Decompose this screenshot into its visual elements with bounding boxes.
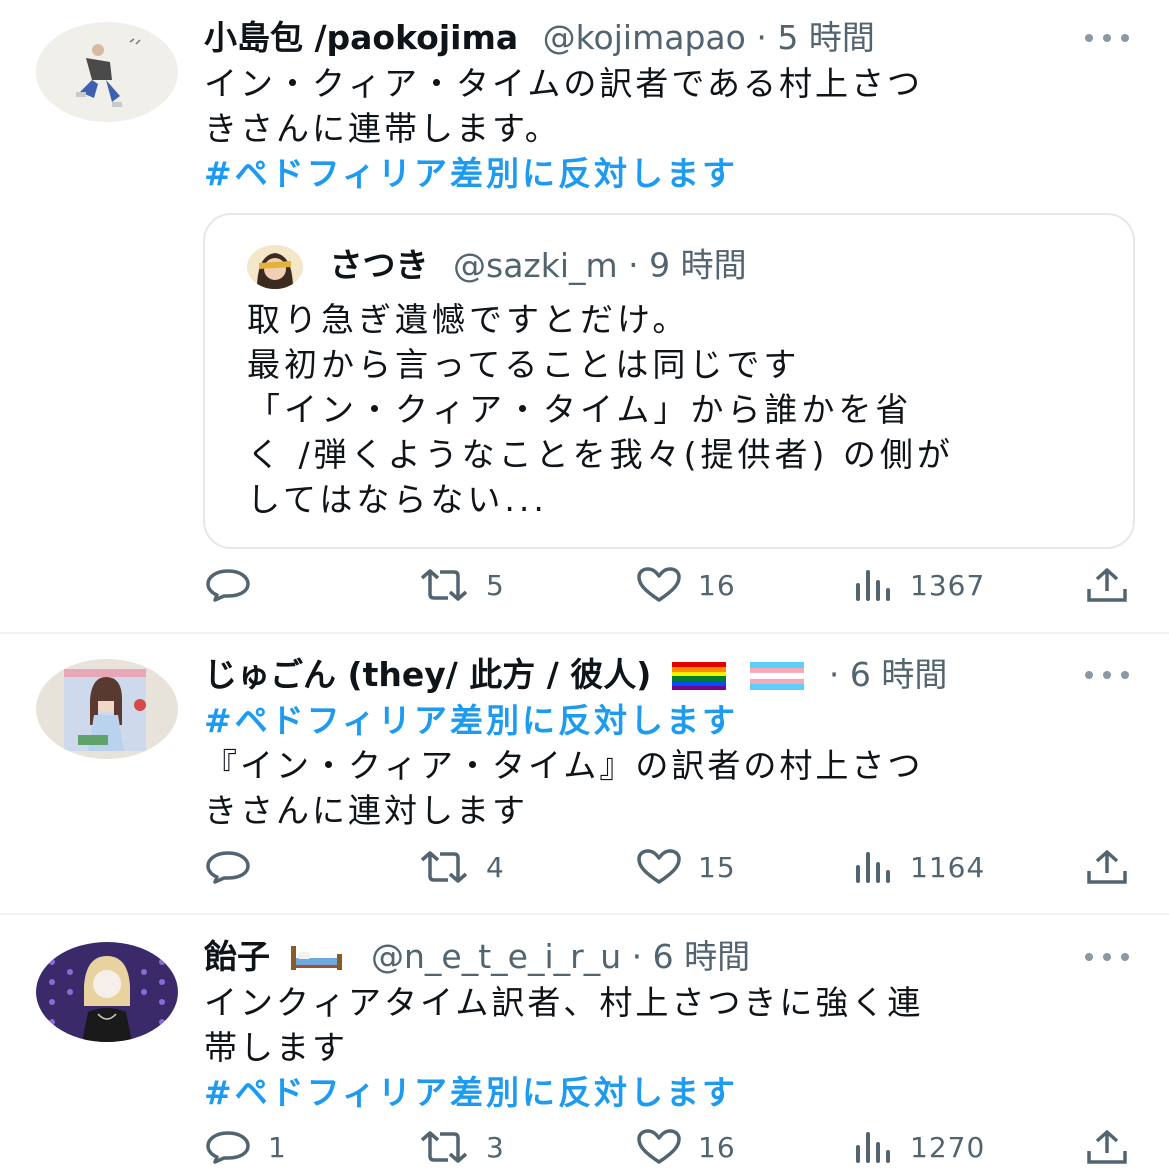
tweet-text-line: きさんに連対します <box>204 791 528 830</box>
tweet[interactable]: じゅごん (they/ 此方 / 彼人) · 6 時間 #ペドフィリア差別に反対… <box>0 634 1169 913</box>
tweet-text-line: 帯します <box>204 1028 348 1067</box>
avatar[interactable] <box>247 245 303 289</box>
hashtag-link[interactable]: #ペドフィリア差別に反対します <box>204 1070 1124 1115</box>
retweet-icon <box>420 851 468 883</box>
quoted-text-line: 最初から言ってることは同じです <box>247 345 801 384</box>
quoted-text-line: してはならない... <box>247 480 548 519</box>
share-button[interactable] <box>1086 847 1128 887</box>
tweet-header: 小島包 /paokojima @kojimapao · 5 時間 <box>204 18 875 58</box>
display-name[interactable]: さつき <box>330 246 429 285</box>
display-name[interactable]: 小島包 /paokojima <box>204 18 518 57</box>
reply-count: 1 <box>268 1130 287 1164</box>
timestamp[interactable]: 5 時間 <box>777 18 875 57</box>
quoted-tweet-text: 取り急ぎ遺憾ですとだけ。 最初から言ってることは同じです 「イン・クィア・タイム… <box>247 297 954 522</box>
bed-emoji <box>290 946 342 970</box>
separator-dot: · <box>631 937 643 976</box>
views-icon <box>856 1132 890 1163</box>
retweet-count: 3 <box>486 1130 505 1164</box>
like-button[interactable]: 15 <box>636 847 736 887</box>
tweet-text: #ペドフィリア差別に反対します 『イン・クィア・タイム』の訳者の村上さつ きさん… <box>204 698 1124 833</box>
quoted-tweet-header: さつき @sazki_m · 9 時間 <box>247 245 747 289</box>
views-icon <box>856 570 890 601</box>
like-count: 16 <box>698 1130 736 1164</box>
reply-button[interactable] <box>204 847 268 887</box>
avatar[interactable] <box>36 659 178 759</box>
rainbow-flag-emoji <box>671 662 726 690</box>
retweet-icon <box>420 569 468 601</box>
tweet-actions: 4 15 1164 <box>0 847 1169 887</box>
views-button[interactable]: 1164 <box>854 847 985 887</box>
tweet-actions: 5 16 1367 <box>0 565 1169 605</box>
tweet-text: イン・クィア・タイムの訳者である村上さつ きさんに連帯します。 #ペドフィリア差… <box>204 61 1124 196</box>
retweet-icon <box>420 1131 468 1163</box>
avatar[interactable] <box>36 942 178 1042</box>
tweet-text-line: 『イン・クィア・タイム』の訳者の村上さつ <box>204 746 924 785</box>
hashtag-link[interactable]: #ペドフィリア差別に反対します <box>204 698 1124 743</box>
reply-button[interactable]: 1 <box>204 1127 287 1167</box>
like-icon <box>637 1129 681 1164</box>
retweet-button[interactable]: 4 <box>418 847 505 887</box>
share-button[interactable] <box>1086 565 1128 605</box>
tweet-actions: 1 3 16 1270 <box>0 1127 1169 1167</box>
display-name[interactable]: 飴子 <box>204 937 270 976</box>
retweet-count: 4 <box>486 850 505 884</box>
retweet-count: 5 <box>486 568 505 602</box>
separator-dot: · <box>756 18 767 57</box>
retweet-button[interactable]: 3 <box>418 1127 505 1167</box>
separator-dot: · <box>628 245 639 285</box>
tweet[interactable]: 飴子 @n_e_t_e_i_r_u · 6 時間 インクィアタイム訳者、村上さつ… <box>0 915 1169 1169</box>
handle[interactable]: @sazki_m <box>453 246 618 285</box>
quoted-text-line: 「イン・クィア・タイム」から誰かを省 <box>247 390 913 429</box>
more-icon[interactable] <box>1085 33 1129 43</box>
quoted-tweet[interactable]: さつき @sazki_m · 9 時間 取り急ぎ遺憾ですとだけ。 最初から言って… <box>203 213 1135 549</box>
views-button[interactable]: 1270 <box>854 1127 985 1167</box>
share-icon <box>1087 850 1127 884</box>
timestamp[interactable]: 9 時間 <box>649 246 747 285</box>
tweet-text-line: きさんに連帯します。 <box>204 109 561 148</box>
tweet-text: インクィアタイム訳者、村上さつきに強く連 帯します #ペドフィリア差別に反対しま… <box>204 980 1124 1115</box>
like-count: 16 <box>698 568 736 602</box>
hashtag-link[interactable]: #ペドフィリア差別に反対します <box>204 151 1124 196</box>
more-icon[interactable] <box>1085 670 1129 680</box>
quoted-text-line: 取り急ぎ遺憾ですとだけ。 <box>247 300 690 339</box>
like-button[interactable]: 16 <box>636 1127 736 1167</box>
like-button[interactable]: 16 <box>636 565 736 605</box>
views-icon <box>856 852 890 883</box>
share-button[interactable] <box>1086 1127 1128 1167</box>
tweet-text-line: インクィアタイム訳者、村上さつきに強く連 <box>204 983 924 1022</box>
tweet-header: じゅごん (they/ 此方 / 彼人) · 6 時間 <box>204 655 947 695</box>
timestamp[interactable]: 6 時間 <box>850 655 948 694</box>
display-name[interactable]: じゅごん (they/ 此方 / 彼人) <box>204 655 651 694</box>
tweet-text-line: イン・クィア・タイムの訳者である村上さつ <box>204 64 924 103</box>
share-icon <box>1087 568 1127 602</box>
separator-dot: · <box>828 655 840 694</box>
share-icon <box>1087 1130 1127 1164</box>
reply-icon <box>206 851 250 884</box>
timestamp[interactable]: 6 時間 <box>653 937 751 976</box>
tweet-header: 飴子 @n_e_t_e_i_r_u · 6 時間 <box>204 937 750 977</box>
like-icon <box>637 567 681 602</box>
like-icon <box>637 849 681 884</box>
trans-flag-emoji <box>750 662 805 690</box>
view-count: 1270 <box>910 1130 986 1164</box>
handle[interactable]: @n_e_t_e_i_r_u <box>371 937 621 976</box>
retweet-button[interactable]: 5 <box>418 565 505 605</box>
view-count: 1164 <box>910 850 986 884</box>
quoted-text-line: く /弾くようなことを我々(提供者) の側が <box>247 435 954 474</box>
reply-icon <box>206 1131 250 1164</box>
more-icon[interactable] <box>1085 952 1129 962</box>
tweet[interactable]: 小島包 /paokojima @kojimapao · 5 時間 イン・クィア・… <box>0 0 1169 632</box>
reply-button[interactable] <box>204 565 268 605</box>
handle[interactable]: @kojimapao <box>543 18 746 57</box>
like-count: 15 <box>698 850 736 884</box>
view-count: 1367 <box>910 568 986 602</box>
reply-icon <box>206 569 250 602</box>
avatar[interactable] <box>36 22 178 122</box>
views-button[interactable]: 1367 <box>854 565 985 605</box>
